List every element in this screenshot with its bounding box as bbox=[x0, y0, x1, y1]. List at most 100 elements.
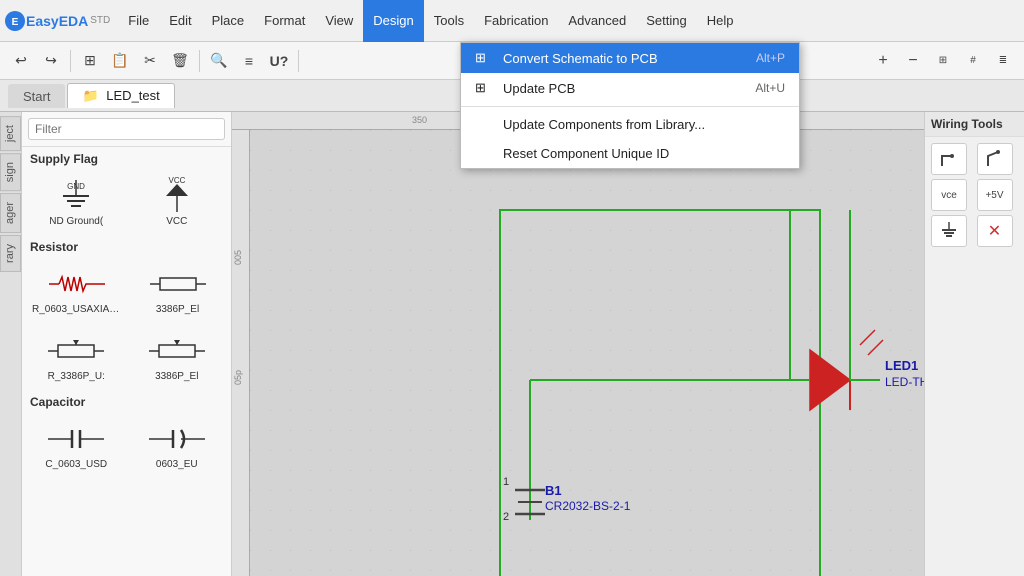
svg-text:LED-TH-5mm: LED-TH-5mm bbox=[885, 375, 924, 389]
menu-format[interactable]: Format bbox=[254, 0, 315, 42]
c-0603-eu-label: 0603_EU bbox=[156, 459, 198, 470]
r-0603-us-symbol bbox=[47, 264, 107, 304]
toolbar-cut[interactable]: ✂ bbox=[136, 47, 164, 75]
gnd-label: ND Ground( bbox=[49, 216, 103, 227]
wiring-btn-gnd[interactable] bbox=[931, 215, 967, 247]
menu-setting[interactable]: Setting bbox=[636, 0, 696, 42]
schematic-svg: B1 CR2032-BS-2-1 1 2 LED1 LED-TH-5mm R1 bbox=[250, 130, 924, 576]
menu-place[interactable]: Place bbox=[202, 0, 255, 42]
left-tab-library[interactable]: rary bbox=[0, 235, 21, 272]
toolbar-uquestion[interactable]: U? bbox=[265, 47, 293, 75]
component-r-3386p-e[interactable]: 3386P_El bbox=[129, 327, 226, 386]
convert-schematic-icon: ⊞ bbox=[475, 50, 495, 66]
app-logo: E EasyEDA STD bbox=[4, 10, 110, 32]
close-icon: ✕ bbox=[988, 221, 1001, 241]
app-name: EasyEDA bbox=[26, 13, 88, 29]
ruler-mark-v2: 05p bbox=[233, 370, 243, 385]
tab-start-label: Start bbox=[23, 89, 50, 104]
svg-text:E: E bbox=[12, 17, 19, 28]
toolbar-zoom-out[interactable]: − bbox=[899, 47, 927, 75]
toolbar-layer[interactable]: ≣ bbox=[989, 47, 1017, 75]
update-components-label: Update Components from Library... bbox=[503, 117, 785, 132]
toolbar-redo[interactable]: ↪ bbox=[37, 47, 65, 75]
tab-led-test-icon: 📁 bbox=[82, 88, 98, 103]
dropdown-convert-schematic[interactable]: ⊞ Convert Schematic to PCB Alt+P bbox=[461, 43, 799, 73]
filter-input[interactable] bbox=[28, 118, 225, 140]
toolbar-copy[interactable]: ⊞ bbox=[76, 47, 104, 75]
component-r-3386p-u[interactable]: R_3386P_U: bbox=[28, 327, 125, 386]
component-r-axial[interactable]: 3386P_El bbox=[130, 260, 225, 319]
menu-tools[interactable]: Tools bbox=[424, 0, 474, 42]
wiring-btn-close[interactable]: ✕ bbox=[977, 215, 1013, 247]
svg-text:VCC: VCC bbox=[168, 176, 185, 185]
filter-area bbox=[22, 112, 231, 147]
ruler-mark-v1: 005 bbox=[233, 250, 243, 265]
dropdown-update-components[interactable]: Update Components from Library... bbox=[461, 110, 799, 139]
main-content: ject sign ager rary Supply Flag GND bbox=[0, 112, 1024, 576]
r-0603-us-label: R_0603_USAXIAL-0.4_ bbox=[32, 304, 122, 315]
wiring-panel-title: Wiring Tools bbox=[925, 112, 1024, 137]
toolbar-fit[interactable]: ⊞ bbox=[929, 47, 957, 75]
menu-view[interactable]: View bbox=[315, 0, 363, 42]
section-supply-flag: Supply Flag bbox=[22, 147, 231, 168]
wiring-btn-5v[interactable]: +5V bbox=[977, 179, 1013, 211]
menu-items: File Edit Place Format View Design Tools… bbox=[118, 0, 743, 42]
left-tab-project[interactable]: ject bbox=[0, 116, 21, 151]
menu-advanced[interactable]: Advanced bbox=[558, 0, 636, 42]
dropdown-update-pcb[interactable]: ⊞ Update PCB Alt+U bbox=[461, 73, 799, 103]
component-c-0603-eu[interactable]: 0603_EU bbox=[129, 415, 226, 474]
left-tab-manager[interactable]: ager bbox=[0, 193, 21, 233]
tab-led-test-label: LED_test bbox=[106, 88, 159, 103]
left-tab-strip: ject sign ager rary bbox=[0, 112, 22, 576]
menu-file[interactable]: File bbox=[118, 0, 159, 42]
toolbar-sep2 bbox=[199, 50, 200, 72]
update-pcb-icon: ⊞ bbox=[475, 80, 495, 96]
dropdown-separator bbox=[461, 106, 799, 107]
c-0603-eu-symbol bbox=[147, 419, 207, 459]
toolbar-delete[interactable]: 🗑 bbox=[166, 47, 194, 75]
app-variant: STD bbox=[90, 15, 110, 26]
gnd-symbol: GND bbox=[46, 176, 106, 216]
design-dropdown: ⊞ Convert Schematic to PCB Alt+P ⊞ Updat… bbox=[460, 42, 800, 169]
component-vcc[interactable]: VCC VCC bbox=[129, 172, 226, 231]
dropdown-reset-id[interactable]: Reset Component Unique ID bbox=[461, 139, 799, 168]
menu-help[interactable]: Help bbox=[697, 0, 744, 42]
svg-text:2: 2 bbox=[503, 511, 509, 523]
section-capacitor: Capacitor bbox=[22, 390, 231, 411]
svg-text:1: 1 bbox=[503, 476, 509, 488]
menu-design[interactable]: Design bbox=[363, 0, 423, 42]
toolbar-grid[interactable]: # bbox=[959, 47, 987, 75]
wiring-btn-corner[interactable] bbox=[931, 143, 967, 175]
toolbar-zoom-in[interactable]: + bbox=[869, 47, 897, 75]
tab-led-test[interactable]: 📁 LED_test bbox=[67, 83, 174, 108]
resistor-grid: R_0603_USAXIAL-0.4_ 3386P_El bbox=[22, 256, 231, 323]
bus-wire-icon bbox=[984, 148, 1006, 170]
wiring-btn-vce[interactable]: vce bbox=[931, 179, 967, 211]
menubar: E EasyEDA STD File Edit Place Format Vie… bbox=[0, 0, 1024, 42]
component-r-0603-us[interactable]: R_0603_USAXIAL-0.4_ bbox=[28, 260, 126, 319]
component-c-0603-us[interactable]: C_0603_USD bbox=[28, 415, 125, 474]
wiring-btn-bus[interactable] bbox=[977, 143, 1013, 175]
svg-text:CR2032-BS-2-1: CR2032-BS-2-1 bbox=[545, 499, 631, 513]
tab-start[interactable]: Start bbox=[8, 84, 65, 108]
ruler-mark-350: 350 bbox=[412, 115, 427, 125]
r-3386p-u-label: R_3386P_U: bbox=[48, 371, 105, 382]
component-gnd[interactable]: GND ND Ground( bbox=[28, 172, 125, 231]
menu-edit[interactable]: Edit bbox=[159, 0, 201, 42]
corner-wire-icon bbox=[938, 148, 960, 170]
toolbar-paste[interactable]: 📋 bbox=[106, 47, 134, 75]
supply-flag-grid: GND ND Ground( VCC VCC bbox=[22, 168, 231, 235]
toolbar-align[interactable]: ≡ bbox=[235, 47, 263, 75]
vce-label: vce bbox=[941, 190, 957, 201]
capacitor-grid: C_0603_USD 0603_EU bbox=[22, 411, 231, 478]
canvas-area[interactable]: 350 005 05p B1 CR2032-BS-2-1 bbox=[232, 112, 924, 576]
5v-label: +5V bbox=[985, 190, 1003, 201]
toolbar-search[interactable]: 🔍 bbox=[205, 47, 233, 75]
left-tab-design[interactable]: sign bbox=[0, 153, 21, 191]
svg-text:B1: B1 bbox=[545, 483, 562, 498]
toolbar-sep1 bbox=[70, 50, 71, 72]
toolbar-undo[interactable]: ↩ bbox=[7, 47, 35, 75]
convert-schematic-label: Convert Schematic to PCB bbox=[503, 51, 756, 66]
wiring-buttons-grid: vce +5V ✕ bbox=[925, 137, 1024, 253]
menu-fabrication[interactable]: Fabrication bbox=[474, 0, 558, 42]
